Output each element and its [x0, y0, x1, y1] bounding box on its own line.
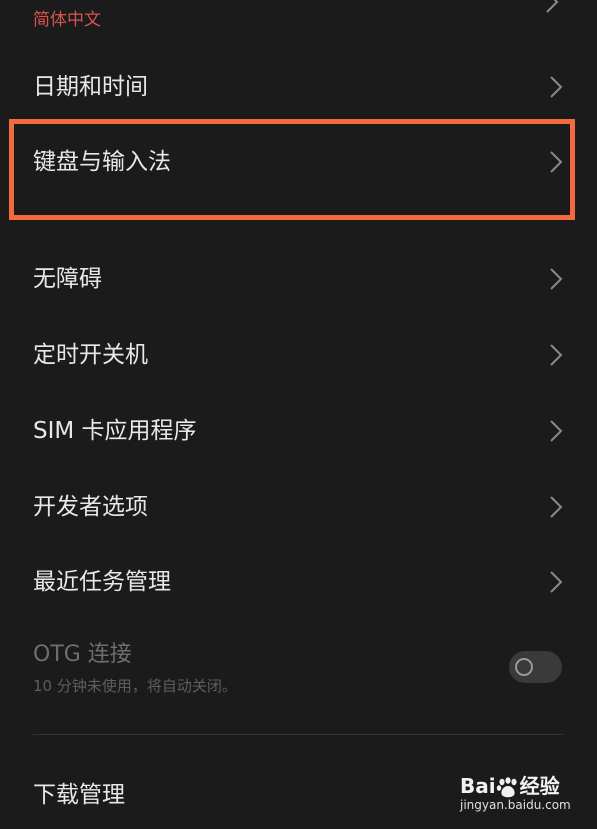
paw-icon — [496, 776, 520, 799]
item-label: 下载管理 — [33, 782, 125, 808]
item-label: 定时开关机 — [33, 342, 148, 368]
settings-item-date-time[interactable]: 日期和时间 — [0, 57, 597, 117]
settings-item-recent-tasks[interactable]: 最近任务管理 — [0, 552, 597, 612]
chevron-right-icon — [549, 419, 563, 443]
item-label: SIM 卡应用程序 — [33, 418, 197, 444]
item-label: 日期和时间 — [33, 74, 148, 100]
settings-item-developer-options[interactable]: 开发者选项 — [0, 477, 597, 537]
language-value: 简体中文 — [33, 10, 101, 30]
settings-item-accessibility[interactable]: 无障碍 — [0, 249, 597, 309]
chevron-right-icon — [545, 0, 563, 14]
highlight-box — [9, 119, 575, 220]
watermark-brand-left: Bai — [460, 774, 496, 798]
chevron-right-icon — [549, 570, 563, 594]
otg-toggle[interactable] — [509, 651, 562, 683]
item-label: 无障碍 — [33, 266, 102, 292]
settings-item-sim-apps[interactable]: SIM 卡应用程序 — [0, 401, 597, 461]
item-label: 开发者选项 — [33, 494, 148, 520]
settings-screen: 简体中文 日期和时间 键盘与输入法 无障碍 定时开关机 SIM 卡应用程序 开发… — [0, 0, 597, 829]
settings-item-scheduled-power[interactable]: 定时开关机 — [0, 325, 597, 385]
baidu-jingyan-watermark: Bai 经验 jingyan.baidu.com — [460, 762, 580, 822]
otg-description: 10 分钟未使用，将自动关闭。 — [33, 677, 237, 695]
item-label: 最近任务管理 — [33, 569, 171, 595]
watermark-brand-right: 经验 — [519, 774, 560, 798]
watermark-brand: Bai 经验 — [460, 770, 560, 799]
chevron-right-icon — [549, 267, 563, 291]
otg-title: OTG 连接 — [33, 642, 132, 667]
divider — [33, 734, 563, 735]
chevron-right-icon — [549, 343, 563, 367]
chevron-right-icon — [549, 75, 563, 99]
toggle-knob — [515, 658, 533, 676]
watermark-url: jingyan.baidu.com — [460, 798, 571, 812]
chevron-right-icon — [549, 495, 563, 519]
